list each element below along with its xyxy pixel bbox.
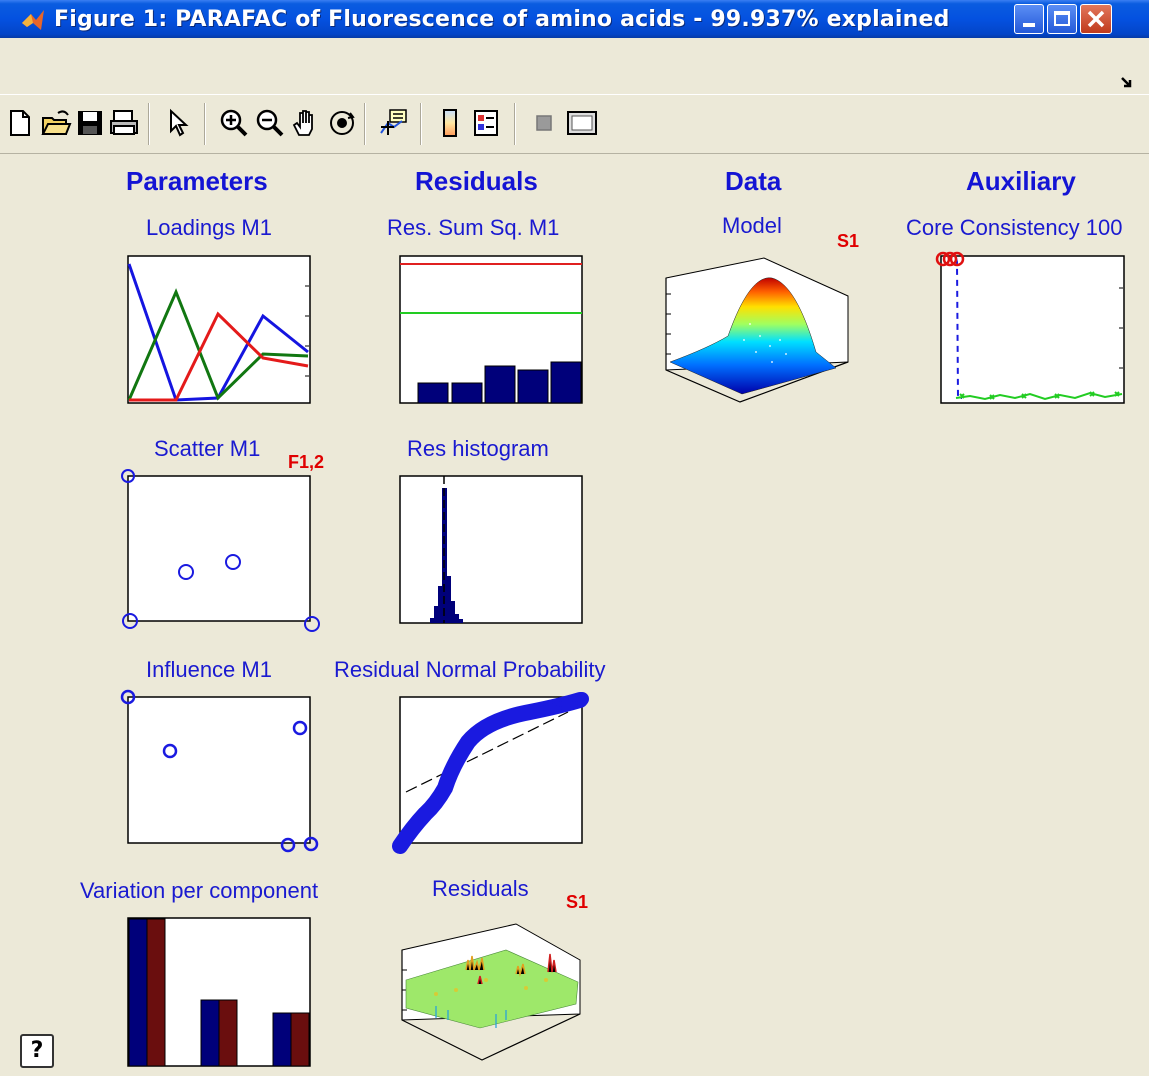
loadings-plot[interactable]: [127, 255, 311, 404]
heading-residuals: Residuals: [415, 166, 538, 196]
toolbar-separator: [420, 103, 422, 145]
close-icon: [1087, 10, 1105, 28]
res-histogram-plot[interactable]: [399, 475, 583, 624]
title-bar[interactable]: Figure 1: PARAFAC of Fluorescence of ami…: [0, 0, 1149, 38]
residuals3d-title: Residuals: [432, 876, 529, 901]
print-icon[interactable]: [108, 107, 140, 139]
model-title: Model: [722, 213, 782, 238]
zoom-out-icon[interactable]: [254, 107, 286, 139]
toolbar-separator: [148, 103, 150, 145]
pan-hand-icon[interactable]: [290, 107, 322, 139]
core-title: Core Consistency 100: [906, 215, 1123, 240]
influence-title: Influence M1: [146, 657, 272, 682]
maximize-button[interactable]: [1047, 4, 1077, 34]
zoom-in-icon[interactable]: [218, 107, 250, 139]
save-icon[interactable]: [74, 107, 106, 139]
scatter-plot[interactable]: [118, 464, 324, 634]
model-3d-plot[interactable]: [660, 244, 852, 406]
show-plot-tools-icon[interactable]: [566, 107, 598, 139]
loadings-title: Loadings M1: [146, 215, 272, 240]
core-consistency-plot[interactable]: [930, 248, 1130, 406]
rotate-3d-icon[interactable]: [326, 107, 358, 139]
heading-auxiliary: Auxiliary: [966, 166, 1076, 196]
data-cursor-icon[interactable]: [378, 107, 410, 139]
heading-data: Data: [725, 166, 782, 196]
toolbar-separator: [364, 103, 366, 145]
new-file-icon[interactable]: [4, 107, 36, 139]
colorbar-icon[interactable]: [434, 107, 466, 139]
dock-arrow-icon[interactable]: [1120, 76, 1134, 90]
scatter-title: Scatter M1: [154, 436, 261, 461]
toolbar-separator: [514, 103, 516, 145]
pointer-icon[interactable]: [162, 107, 194, 139]
variation-title: Variation per component: [80, 878, 319, 903]
help-button[interactable]: ?: [20, 1034, 54, 1068]
ress-plot[interactable]: [399, 255, 583, 404]
hist-title: Res histogram: [407, 436, 549, 461]
hide-plot-tools-icon[interactable]: [528, 107, 560, 139]
minimize-icon: [1023, 23, 1035, 27]
figure-window: Figure 1: PARAFAC of Fluorescence of ami…: [0, 0, 1149, 1076]
toolbar-separator: [204, 103, 206, 145]
figure-toolbar: [0, 94, 1149, 154]
window-title: Figure 1: PARAFAC of Fluorescence of ami…: [54, 7, 950, 32]
minimize-button[interactable]: [1014, 4, 1044, 34]
close-button[interactable]: [1080, 4, 1112, 34]
residuals-3d-plot[interactable]: [396, 910, 584, 1070]
matlab-logo-icon: [22, 10, 44, 30]
legend-icon[interactable]: [470, 107, 502, 139]
normal-probability-plot[interactable]: [390, 686, 596, 854]
open-folder-icon[interactable]: [40, 107, 72, 139]
heading-parameters: Parameters: [126, 166, 268, 196]
variation-bar-plot[interactable]: [127, 917, 312, 1068]
influence-plot[interactable]: [118, 686, 324, 854]
menu-bar: [0, 38, 1149, 94]
normprob-title: Residual Normal Probability: [334, 657, 606, 682]
maximize-icon: [1054, 11, 1070, 26]
ress-title: Res. Sum Sq. M1: [387, 215, 560, 240]
